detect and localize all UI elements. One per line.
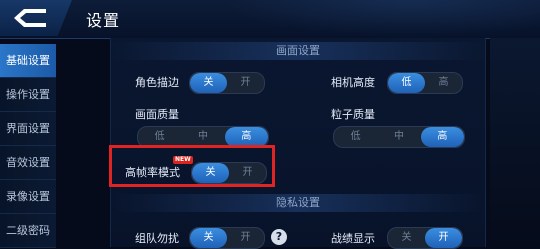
record-display-option-off[interactable]: 关	[388, 228, 425, 248]
top-bar: 设置	[0, 0, 540, 39]
sidebar-item-secondary-password[interactable]: 二级密码	[0, 214, 56, 248]
sidebar-item-interface[interactable]: 界面设置	[0, 112, 56, 146]
section-header-display: 画面设置	[111, 42, 485, 60]
sidebar-item-basic[interactable]: 基础设置	[0, 44, 56, 78]
camera-height-label: 相机高度	[331, 76, 375, 89]
quality-option-high[interactable]: 高	[224, 127, 268, 147]
particle-option-low[interactable]: 低	[334, 127, 377, 147]
right-decor-strip	[490, 38, 540, 247]
back-button[interactable]	[0, 0, 72, 36]
team-dnd-label: 组队勿扰	[135, 232, 179, 245]
sidebar-item-audio[interactable]: 音效设置	[0, 146, 56, 180]
record-display-option-on[interactable]: 开	[425, 228, 462, 248]
quality-option-medium[interactable]: 中	[181, 127, 224, 147]
particle-option-medium[interactable]: 中	[377, 127, 420, 147]
particle-selector[interactable]: 低 中 高	[333, 126, 465, 148]
team-dnd-option-off[interactable]: 关	[190, 228, 227, 248]
camera-height-option-low[interactable]: 低	[388, 73, 425, 93]
quality-option-low[interactable]: 低	[138, 127, 181, 147]
record-display-label: 战绩显示	[331, 232, 375, 245]
quality-label: 画面质量	[135, 108, 179, 121]
highlight-box	[109, 145, 275, 187]
section-header-privacy: 隐私设置	[111, 194, 485, 212]
team-dnd-option-on[interactable]: 开	[227, 228, 264, 248]
camera-height-option-high[interactable]: 高	[425, 73, 462, 93]
top-bar-glow	[220, 0, 540, 38]
camera-height-toggle[interactable]: 低 高	[387, 72, 463, 94]
outline-label: 角色描边	[135, 76, 179, 89]
sidebar: 基础设置 操作设置 界面设置 音效设置 录像设置 二级密码	[0, 44, 56, 248]
particle-option-high[interactable]: 高	[420, 127, 464, 147]
particle-label: 粒子质量	[331, 108, 375, 121]
help-icon[interactable]: ?	[271, 229, 287, 245]
outline-toggle[interactable]: 关 开	[189, 72, 265, 94]
sidebar-item-controls[interactable]: 操作设置	[0, 78, 56, 112]
team-dnd-toggle[interactable]: 关 开	[189, 227, 265, 249]
back-arrow-icon	[14, 9, 46, 27]
record-display-toggle[interactable]: 关 开	[387, 227, 463, 249]
sidebar-item-recording[interactable]: 录像设置	[0, 180, 56, 214]
outline-option-on[interactable]: 开	[227, 73, 264, 93]
page-title: 设置	[86, 11, 121, 30]
outline-option-off[interactable]: 关	[190, 73, 227, 93]
settings-panel: 画面设置 角色描边 关 开 相机高度 低 高 画面质量 低 中 高 粒子质量 低…	[110, 38, 486, 249]
